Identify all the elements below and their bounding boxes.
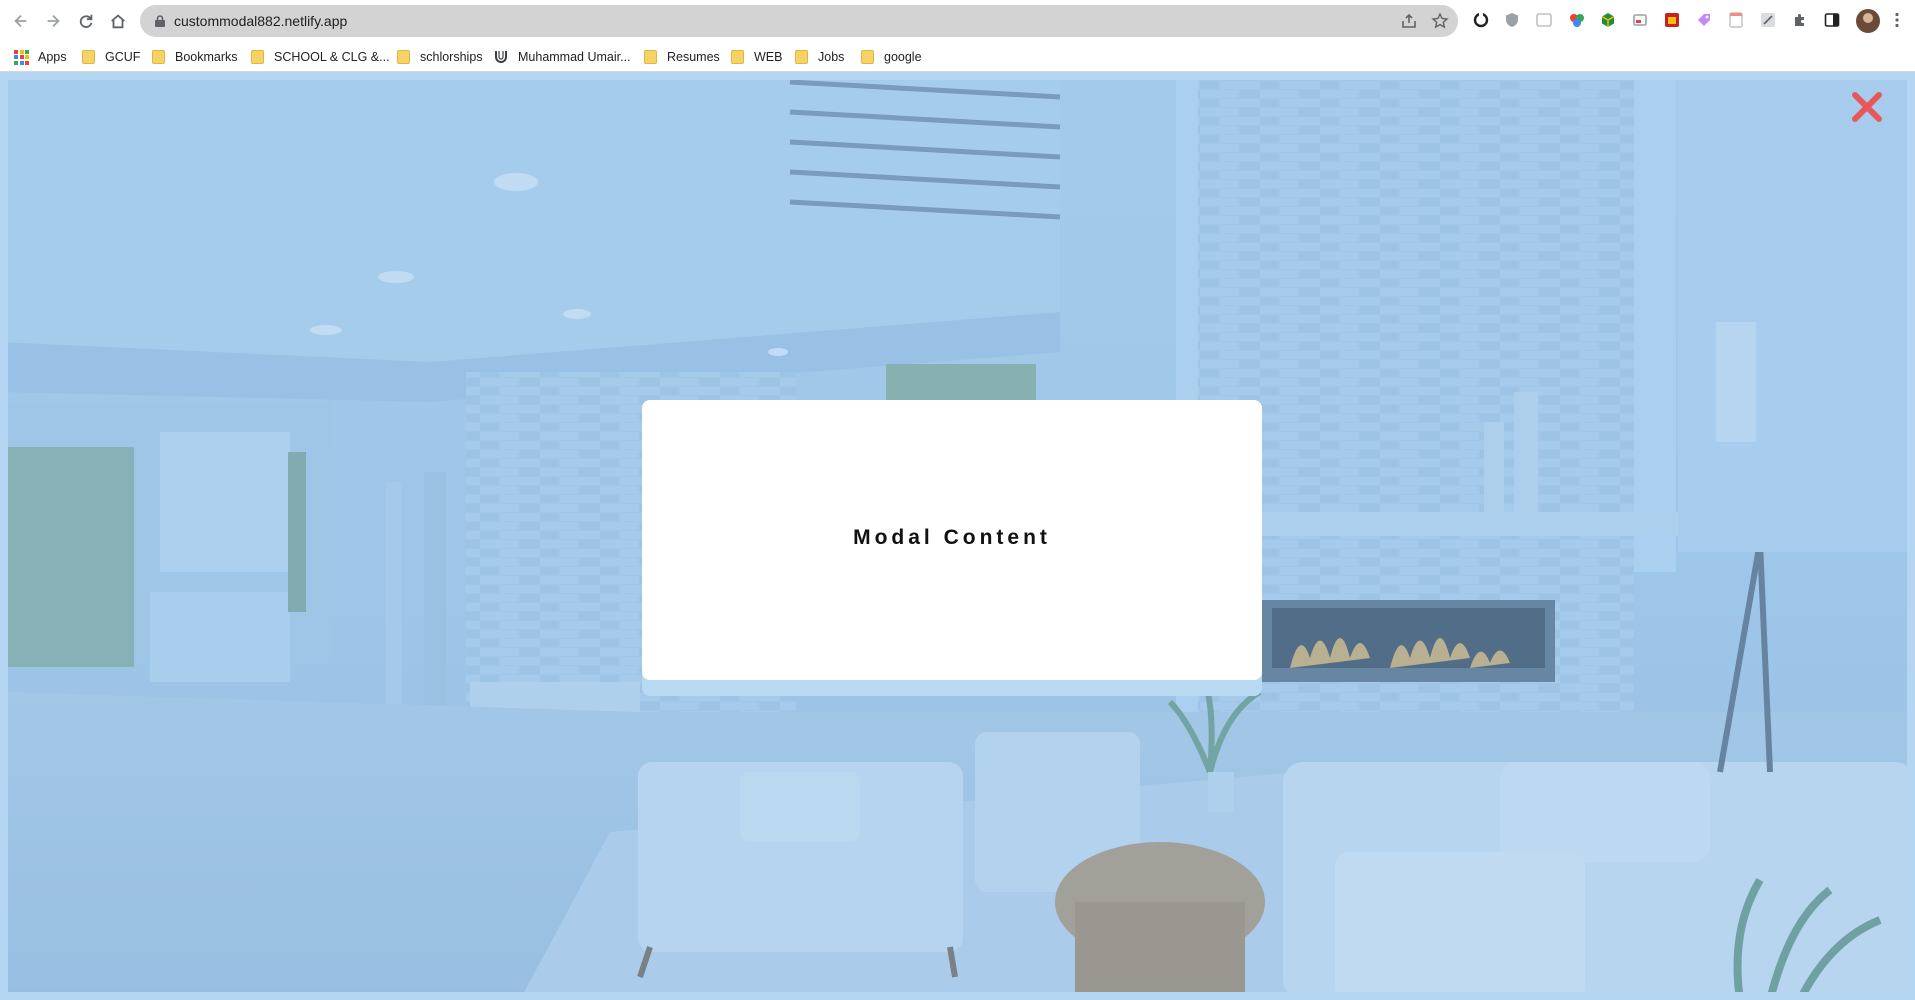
shield-extension-icon[interactable] bbox=[1503, 11, 1521, 29]
bookmark-label: WEB bbox=[754, 50, 783, 64]
share-icon[interactable] bbox=[1400, 12, 1418, 30]
bookmark-bookmarks[interactable]: Bookmarks bbox=[152, 48, 238, 66]
bookmark-school-clg[interactable]: SCHOOL & CLG &... bbox=[251, 48, 390, 66]
folder-icon bbox=[795, 50, 808, 64]
modal-dialog: Modal Content bbox=[642, 400, 1262, 680]
modal-content-text: Modal Content bbox=[853, 526, 1051, 549]
bookmark-label: GCUF bbox=[105, 50, 141, 64]
bookmarks-bar: Apps GCUF Bookmarks SCHOOL & CLG &... sc… bbox=[0, 42, 1915, 72]
window-extension-icon[interactable] bbox=[1631, 11, 1649, 29]
color-picker-extension-icon[interactable] bbox=[1568, 11, 1586, 29]
puzzle-extensions-icon[interactable] bbox=[1791, 11, 1809, 29]
bookmark-google[interactable]: google bbox=[861, 48, 922, 66]
home-icon[interactable] bbox=[103, 6, 133, 36]
sync-extension-icon[interactable] bbox=[1472, 11, 1490, 29]
edit-extension-icon[interactable] bbox=[1759, 11, 1777, 29]
close-button[interactable] bbox=[1850, 90, 1884, 124]
apps-icon bbox=[14, 49, 29, 65]
bookmark-gcuf[interactable]: GCUF bbox=[82, 48, 140, 66]
folder-icon bbox=[644, 50, 657, 64]
bookmark-label: schlorships bbox=[420, 50, 483, 64]
close-x-icon bbox=[1852, 92, 1882, 122]
url-text: custommodal882.netlify.app bbox=[174, 13, 348, 29]
bookmark-jobs[interactable]: Jobs bbox=[795, 48, 844, 66]
screenshot-extension-icon[interactable] bbox=[1535, 11, 1553, 29]
kebab-menu-icon[interactable] bbox=[1888, 11, 1906, 29]
calendar-extension-icon[interactable] bbox=[1663, 11, 1681, 29]
folder-icon bbox=[731, 50, 744, 64]
bookmark-resumes[interactable]: Resumes bbox=[644, 48, 720, 66]
profile-avatar[interactable] bbox=[1856, 9, 1880, 33]
folder-icon bbox=[152, 50, 165, 64]
side-panel-icon[interactable] bbox=[1823, 11, 1841, 29]
page-viewport: Modal Content bbox=[0, 72, 1915, 1000]
forward-icon[interactable] bbox=[38, 6, 68, 36]
folder-icon bbox=[82, 50, 95, 64]
bookmark-apps[interactable]: Apps bbox=[14, 48, 67, 66]
address-bar[interactable]: custommodal882.netlify.app bbox=[140, 5, 1458, 37]
bookmark-label: google bbox=[884, 50, 922, 64]
bookmark-label: Resumes bbox=[667, 50, 720, 64]
folder-icon bbox=[861, 50, 874, 64]
bookmark-label: Apps bbox=[38, 50, 67, 64]
folder-icon bbox=[251, 50, 264, 64]
bookmark-label: Muhammad Umair... bbox=[518, 50, 631, 64]
notes-extension-icon[interactable] bbox=[1727, 11, 1745, 29]
browser-toolbar: custommodal882.netlify.app bbox=[0, 0, 1915, 42]
bookmark-label: Jobs bbox=[818, 50, 845, 64]
bookmark-label: SCHOOL & CLG &... bbox=[274, 50, 390, 64]
lock-icon[interactable] bbox=[153, 14, 167, 28]
reload-icon[interactable] bbox=[71, 6, 101, 36]
bookmark-schlorships[interactable]: schlorships bbox=[397, 48, 483, 66]
bookmark-label: Bookmarks bbox=[175, 50, 238, 64]
u-logo-icon bbox=[495, 51, 507, 63]
star-icon[interactable] bbox=[1431, 12, 1449, 30]
folder-icon bbox=[397, 50, 410, 64]
tag-extension-icon[interactable] bbox=[1695, 11, 1713, 29]
bookmark-web[interactable]: WEB bbox=[731, 48, 782, 66]
cube-extension-icon[interactable] bbox=[1599, 11, 1617, 29]
back-icon[interactable] bbox=[6, 6, 36, 36]
bookmark-muhammad-umair[interactable]: Muhammad Umair... bbox=[494, 48, 631, 66]
